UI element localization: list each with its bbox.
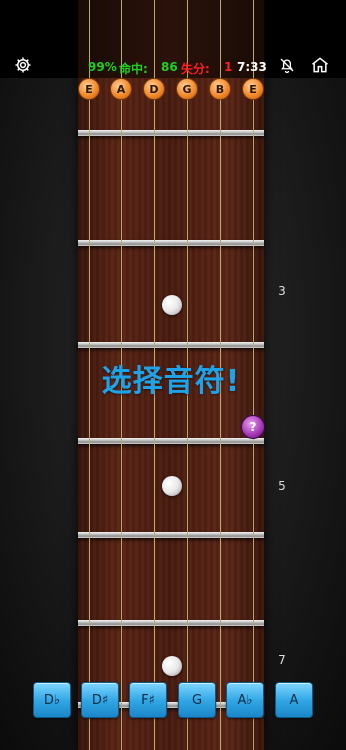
string-label-e-high: E <box>242 78 264 100</box>
prompt-text: 选择音符! <box>101 364 241 399</box>
fret-5 <box>78 532 264 538</box>
muted-bell-icon[interactable] <box>274 52 300 78</box>
fret-inlay-dot <box>162 476 182 496</box>
string-label-a: A <box>110 78 132 100</box>
score-stats: 99% 命中: 86 失分: 1 7:33 <box>88 60 268 78</box>
hits-value: 86 <box>161 60 178 74</box>
fret-3 <box>78 342 264 348</box>
timer-text: 7:33 <box>237 60 267 74</box>
answer-button-f-sharp[interactable]: F♯ <box>129 682 167 718</box>
answer-button-g[interactable]: G <box>178 682 216 718</box>
answer-button-db[interactable]: D♭ <box>33 682 71 718</box>
misses-value: 1 <box>224 60 233 74</box>
fret-inlay-dot <box>162 656 182 676</box>
answer-button-d-sharp[interactable]: D♯ <box>81 682 119 718</box>
fret-1 <box>78 130 264 136</box>
fret-inlay-dot <box>162 295 182 315</box>
fret-4 <box>78 438 264 444</box>
string-label-e-low: E <box>78 78 100 100</box>
fret-2 <box>78 240 264 246</box>
home-icon[interactable] <box>307 52 333 78</box>
fret-number-7: 7 <box>278 653 286 667</box>
settings-gear-icon[interactable] <box>10 52 36 78</box>
fret-number-5: 5 <box>278 479 286 493</box>
question-note-marker: ? <box>241 415 265 439</box>
accuracy-text: 99% <box>88 60 117 74</box>
hits-label: 命中: <box>119 62 148 76</box>
answer-button-a[interactable]: A <box>275 682 313 718</box>
answer-button-ab[interactable]: A♭ <box>226 682 264 718</box>
string-label-g: G <box>176 78 198 100</box>
string-label-b: B <box>209 78 231 100</box>
fret-number-3: 3 <box>278 284 286 298</box>
misses-label: 失分: <box>181 62 210 76</box>
fret-6 <box>78 620 264 626</box>
string-label-d: D <box>143 78 165 100</box>
